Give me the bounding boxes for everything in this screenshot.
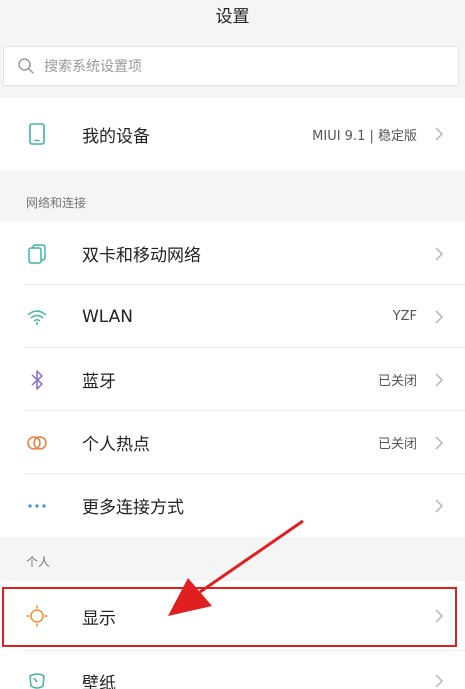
wlan-value: YZF: [392, 309, 417, 324]
my-device-group: 我的设备 MIUI 9.1 | 稳定版: [0, 98, 465, 170]
bluetooth-value: 已关闭: [377, 374, 417, 389]
search-input[interactable]: 搜索系统设置项: [3, 46, 459, 86]
chevron-right-icon: [435, 309, 444, 324]
chevron-right-icon: [435, 372, 444, 387]
chevron-right-icon: [435, 435, 444, 450]
hotspot-label: 个人热点: [82, 435, 150, 455]
search-placeholder: 搜索系统设置项: [44, 59, 142, 75]
sidebar-item-wallpaper[interactable]: 壁纸: [0, 651, 465, 689]
section-network-title: 网络和连接: [26, 196, 87, 210]
more-dots-icon: [26, 495, 48, 517]
section-personal-header: 个人: [0, 539, 465, 581]
search-icon: [18, 58, 34, 74]
display-highlight-box: [2, 587, 457, 647]
wallpaper-label: 壁纸: [82, 673, 116, 689]
bluetooth-label: 蓝牙: [82, 372, 116, 392]
sidebar-item-bluetooth[interactable]: 蓝牙 已关闭: [0, 348, 465, 411]
phone-icon: [26, 123, 48, 145]
sidebar-item-wlan[interactable]: WLAN YZF: [0, 285, 465, 348]
section-personal-title: 个人: [26, 555, 51, 569]
sidebar-item-hotspot[interactable]: 个人热点 已关闭: [0, 411, 465, 474]
more-connections-label: 更多连接方式: [82, 498, 184, 518]
bluetooth-icon: [26, 369, 48, 391]
my-device-label: 我的设备: [82, 126, 150, 147]
sim-cards-icon: [26, 243, 48, 265]
chevron-right-icon: [435, 674, 444, 688]
my-device-version: MIUI 9.1 | 稳定版: [312, 128, 417, 144]
sidebar-item-more-connections[interactable]: 更多连接方式: [0, 474, 465, 537]
dual-sim-label: 双卡和移动网络: [82, 246, 201, 266]
search-area: 搜索系统设置项: [0, 38, 465, 98]
wifi-icon: [26, 306, 48, 328]
wlan-label: WLAN: [82, 306, 134, 327]
title-bar: 设置: [0, 0, 465, 38]
hotspot-icon: [26, 432, 48, 454]
chevron-right-icon: [435, 127, 444, 141]
sidebar-item-dual-sim[interactable]: 双卡和移动网络: [0, 222, 465, 285]
page-title: 设置: [215, 6, 250, 27]
chevron-right-icon: [435, 246, 444, 261]
section-network-header: 网络和连接: [0, 180, 465, 222]
hotspot-value: 已关闭: [377, 437, 417, 452]
chevron-right-icon: [435, 498, 444, 513]
network-group: 双卡和移动网络 WLAN YZF 蓝牙 已关闭 个人热点 已关闭 更多连接方式: [0, 222, 465, 537]
my-device-row[interactable]: 我的设备 MIUI 9.1 | 稳定版: [0, 98, 465, 170]
wallpaper-icon: [26, 670, 48, 689]
